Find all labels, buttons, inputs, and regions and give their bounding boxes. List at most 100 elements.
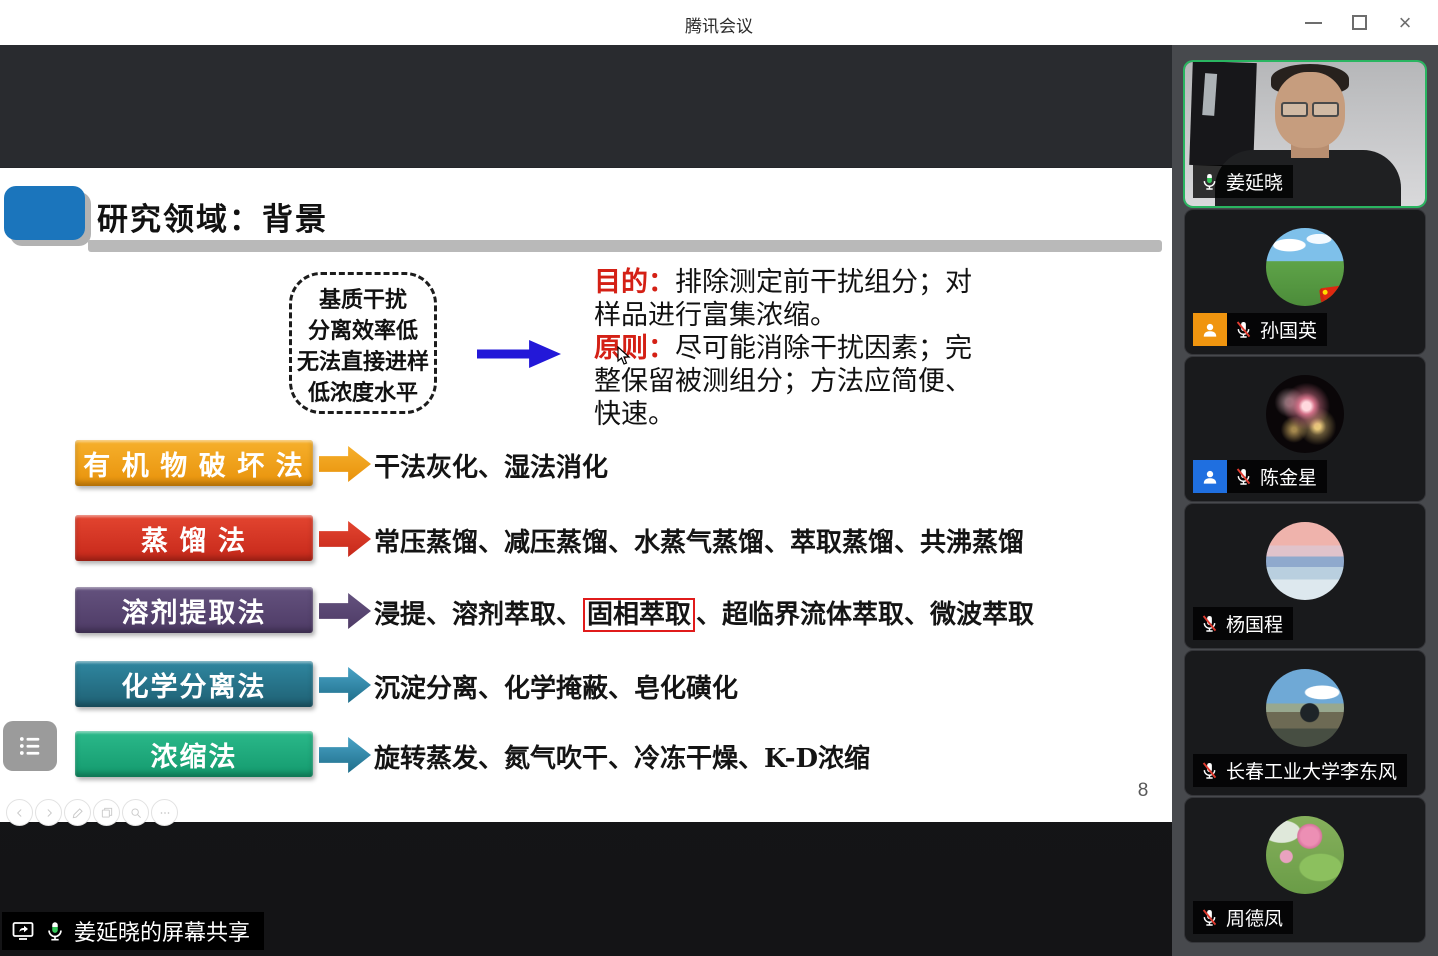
zoom-button[interactable] [122,799,149,826]
slide-title: 研究领域：背景 [97,194,328,239]
prev-slide-button[interactable] [6,799,33,826]
participant-name: 周德凤 [1226,904,1283,931]
participant-tile[interactable]: 长春工业大学李东风 [1185,651,1425,795]
mic-active-icon [44,919,66,943]
share-banner-label: 姜延晓的屏幕共享 [74,915,250,947]
next-slide-button[interactable] [35,799,62,826]
avatar [1266,228,1344,306]
participant-tile[interactable]: 杨国程 [1185,504,1425,648]
mic-muted-icon [1200,907,1219,928]
avatar [1266,669,1344,747]
problem-box: 基质干扰 分离效率低 无法直接进样 低浓度水平 [289,272,437,414]
purpose-label: 目的： [594,267,675,298]
participant-tile[interactable]: 周德凤 [1185,798,1425,942]
profile-badge-blue-icon [1193,460,1227,493]
method-banner: 溶剂提取法 [75,587,313,633]
problem-line: 分离效率低 [292,315,434,346]
avatar [1266,816,1344,894]
mouse-cursor [617,346,632,366]
participant-tile[interactable]: 孙国英 [1185,210,1425,354]
participant-name: 杨国程 [1226,610,1283,637]
method-items: 旋转蒸发、氮气吹干、冷冻干燥、K-D浓缩 [374,738,870,775]
magnifier-icon [129,806,143,820]
participant-name: 孙国英 [1260,316,1317,343]
mic-muted-icon [1200,760,1219,781]
participant-namebar: 长春工业大学李东风 [1193,754,1407,787]
title-underline-bar [88,240,1162,252]
flow-arrow-icon [477,340,561,368]
method-row-organic: 有 机 物 破 坏 法 干法灰化、湿法消化 [0,440,1172,488]
window-titlebar: 腾讯会议 × [0,0,1438,45]
close-button[interactable]: × [1382,0,1428,45]
participant-namebar: 姜延晓 [1193,165,1293,198]
participant-tile[interactable]: 陈金星 [1185,357,1425,501]
method-row-chemical: 化学分离法 沉淀分离、化学掩蔽、皂化磺化 [0,661,1172,709]
participants-sidebar: 姜延晓 孙国英 [1172,45,1438,956]
method-items: 浸提、溶剂萃取、固相萃取、超临界流体萃取、微波萃取 [374,594,1034,631]
more-button[interactable] [151,799,178,826]
slide-panel-button[interactable] [3,721,57,771]
participant-tile-speaker[interactable]: 姜延晓 [1185,62,1425,206]
slide-page-number: 8 [1128,780,1158,802]
maximize-icon [1352,15,1367,30]
mic-muted-icon [1234,466,1253,487]
participant-name: 陈金星 [1260,463,1317,490]
method-row-distillation: 蒸 馏 法 常压蒸馏、减压蒸馏、水蒸气蒸馏、萃取蒸馏、共沸蒸馏 [0,515,1172,563]
chevron-left-icon [13,806,27,820]
problem-line: 低浓度水平 [292,377,434,408]
participant-namebar: 杨国程 [1193,607,1293,640]
minimize-button[interactable] [1290,0,1336,45]
method-banner: 蒸 馏 法 [75,515,313,561]
presentation-toolbar [6,799,178,826]
slides-icon [100,806,114,820]
pen-icon [71,806,85,820]
mic-active-icon [1200,171,1219,192]
problem-line: 无法直接进样 [292,346,434,377]
screen-share-banner: 姜延晓的屏幕共享 [2,912,264,950]
participant-namebar: 陈金星 [1227,460,1327,493]
method-items-post: 、超临界流体萃取、微波萃取 [696,600,1034,630]
screen-share-stage: 研究领域：背景 基质干扰 分离效率低 无法直接进样 低浓度水平 目的：排除测定前… [0,45,1172,956]
slide-panel-toggle-button[interactable] [93,799,120,826]
principle-label: 原则： [594,333,675,364]
method-items: 干法灰化、湿法消化 [374,447,608,484]
screen-share-icon [10,919,36,943]
method-banner: 有 机 物 破 坏 法 [75,440,313,486]
china-flag-badge [1319,286,1343,304]
glasses [1281,102,1339,117]
method-arrow-icon [319,446,371,482]
ellipsis-icon [158,806,172,820]
purpose-principle-text: 目的：排除测定前干扰组分；对样品进行富集浓缩。 原则：尽可能消除干扰因素；完整保… [594,266,992,431]
maximize-button[interactable] [1336,0,1382,45]
pen-button[interactable] [64,799,91,826]
avatar [1266,522,1344,600]
method-items: 常压蒸馏、减压蒸馏、水蒸气蒸馏、萃取蒸馏、共沸蒸馏 [374,522,1024,559]
avatar [1266,375,1344,453]
method-row-concentration: 浓缩法 旋转蒸发、氮气吹干、冷冻干燥、K-D浓缩 [0,731,1172,779]
presentation-slide: 研究领域：背景 基质干扰 分离效率低 无法直接进样 低浓度水平 目的：排除测定前… [0,168,1172,822]
participant-namebar: 周德凤 [1193,901,1293,934]
list-icon [15,732,45,760]
method-arrow-icon [319,521,371,557]
problem-line: 基质干扰 [292,284,434,315]
chevron-right-icon [42,806,56,820]
method-items: 沉淀分离、化学掩蔽、皂化磺化 [374,668,738,705]
mic-muted-icon [1234,319,1253,340]
method-arrow-icon [319,667,371,703]
minimize-icon [1305,22,1322,24]
mic-muted-icon [1200,613,1219,634]
participant-name: 长春工业大学李东风 [1226,757,1397,784]
participant-namebar: 孙国英 [1227,313,1327,346]
method-arrow-icon [319,593,371,629]
method-banner: 化学分离法 [75,661,313,707]
profile-badge-orange-icon [1193,313,1227,346]
method-arrow-icon [319,737,371,773]
window-title: 腾讯会议 [0,12,1438,37]
participant-name: 姜延晓 [1226,168,1283,195]
title-accent-box [4,186,85,240]
method-row-solvent: 溶剂提取法 浸提、溶剂萃取、固相萃取、超临界流体萃取、微波萃取 [0,587,1172,635]
highlight-box: 固相萃取 [583,598,695,632]
method-banner: 浓缩法 [75,731,313,777]
close-icon: × [1399,12,1412,34]
method-items-pre: 浸提、溶剂萃取、 [374,600,582,630]
